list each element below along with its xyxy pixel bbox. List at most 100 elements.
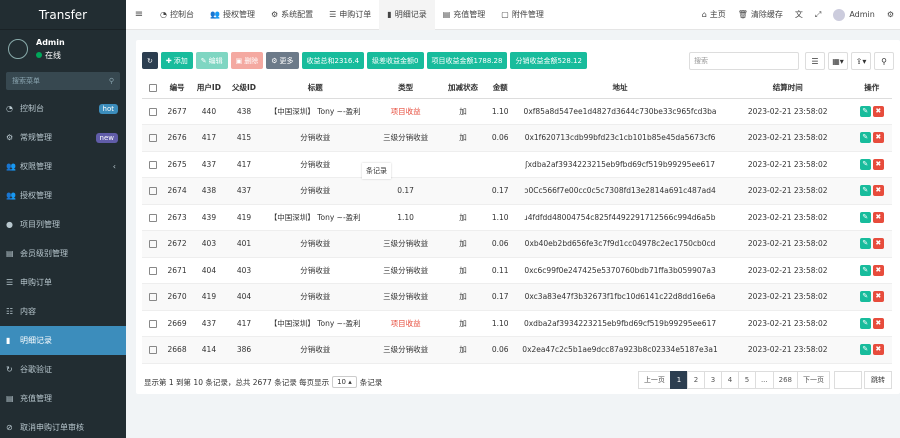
sidebar-search[interactable]: 搜索菜单 ⚲	[6, 72, 120, 90]
tab-0[interactable]: ◔ 控制台	[152, 0, 202, 30]
page-button[interactable]: 2	[686, 371, 705, 389]
tab-2[interactable]: ⚙ 系统配置	[263, 0, 321, 30]
row-checkbox[interactable]	[148, 240, 157, 249]
tab-1[interactable]: 👥 授权管理	[202, 0, 263, 30]
sidebar-item-4[interactable]: ● 项目列管理	[0, 210, 126, 239]
sidebar-item-2[interactable]: 👥 权限管理 ‹	[0, 152, 126, 181]
column-header[interactable]: 编号	[163, 78, 191, 99]
row-checkbox[interactable]	[148, 266, 157, 275]
stat-distribution-badge[interactable]: 分销收益金额528.12	[510, 52, 587, 69]
delete-trash-icon[interactable]: ✖	[872, 291, 884, 303]
delete-trash-icon[interactable]: ✖	[872, 132, 884, 144]
row-checkbox[interactable]	[148, 213, 157, 222]
edit-pencil-icon[interactable]: ✎	[859, 291, 871, 303]
table-row[interactable]: 2669 437 417 【中国深圳】 Tony ~-盈利 项目收益加 1.10 0xdba…	[142, 310, 892, 337]
lang-icon[interactable]: 文	[789, 9, 809, 20]
select-all-checkbox[interactable]	[148, 84, 157, 93]
sidebar-item-7[interactable]: ☷ 内容	[0, 297, 126, 326]
sidebar-item-10[interactable]: ▤ 充值管理	[0, 384, 126, 413]
fullscreen-icon[interactable]: ⤢	[809, 10, 827, 20]
table-row[interactable]: 2672 403 401 分销收益 三级分销收益加 0.06 0xb40eb2bd656fe…	[142, 230, 892, 258]
row-checkbox[interactable]	[148, 319, 157, 328]
stat-level-diff-badge[interactable]: 级差收益金额0	[367, 52, 424, 69]
column-header[interactable]: 父级ID	[227, 78, 262, 99]
delete-trash-icon[interactable]: ✖	[872, 158, 884, 170]
tab-5[interactable]: ▤ 充值管理	[435, 0, 494, 30]
stat-project-badge[interactable]: 项目收益金额1788.28	[426, 52, 508, 69]
jump-button[interactable]: 跳转	[864, 371, 892, 389]
tab-3[interactable]: ☰ 申购订单	[321, 0, 379, 30]
export-icon[interactable]: ⇪▾	[851, 52, 871, 70]
table-row[interactable]: 2674 438 437 分销收益 0.17 0.17 ɔ0Cc566f7e00cc0c5c…	[142, 177, 892, 205]
delete-trash-icon[interactable]: ✖	[872, 211, 884, 223]
row-checkbox[interactable]	[148, 160, 157, 169]
table-row[interactable]: 2673 439 419 【中国深圳】 Tony ~-盈利 1.10 加 1.10 ɹ4fdf…	[142, 204, 892, 231]
add-button[interactable]: ✚ 添加	[160, 52, 193, 69]
search-icon[interactable]: ⚲	[874, 52, 894, 70]
sidebar-item-5[interactable]: ▤ 会员级别管理	[0, 239, 126, 268]
row-checkbox[interactable]	[148, 107, 157, 116]
page-button[interactable]: 4	[720, 371, 739, 389]
row-checkbox[interactable]	[148, 187, 157, 196]
page-button[interactable]: 3	[703, 371, 722, 389]
next-page-button[interactable]: 下一页	[797, 371, 830, 389]
table-row[interactable]: 2668 414 386 分销收益 三级分销收益加 0.06 0x2ea47c2c5b1ae…	[142, 336, 892, 364]
page-button[interactable]: ...	[754, 371, 774, 389]
clear-cache-link[interactable]: 🗑 清除缓存	[732, 9, 789, 20]
edit-button[interactable]: ✎ 编辑	[195, 52, 228, 69]
sidebar-item-6[interactable]: ☰ 申购订单	[0, 268, 126, 297]
settings-gear-icon[interactable]: ⚙	[881, 10, 900, 19]
delete-trash-icon[interactable]: ✖	[872, 344, 884, 356]
toggle-view-icon[interactable]: ☰	[805, 52, 825, 70]
sidebar-item-3[interactable]: 👥 授权管理	[0, 181, 126, 210]
delete-trash-icon[interactable]: ✖	[872, 185, 884, 197]
row-checkbox[interactable]	[148, 293, 157, 302]
table-row[interactable]: 2677 440 438 【中国深圳】 Tony ~-盈利 项目收益加 1.10 0xf85…	[142, 98, 892, 125]
home-link[interactable]: ⌂ 主页	[696, 9, 732, 20]
delete-trash-icon[interactable]: ✖	[872, 238, 884, 250]
page-button[interactable]: 1	[669, 371, 688, 389]
sidebar-item-0[interactable]: ◔ 控制台 hot	[0, 94, 126, 123]
refresh-button[interactable]: ↻	[142, 52, 158, 69]
delete-button[interactable]: ▣ 删除	[230, 52, 264, 69]
page-button[interactable]: 5	[737, 371, 756, 389]
sidebar-item-1[interactable]: ⚙ 常规管理 new	[0, 123, 126, 152]
edit-pencil-icon[interactable]: ✎	[859, 132, 871, 144]
column-header[interactable]: 操作	[851, 78, 892, 99]
table-row[interactable]: 2676 417 415 分销收益 三级分销收益加 0.06 0x1f620713cdb99…	[142, 124, 892, 152]
sidebar-item-8[interactable]: ▮ 明细记录	[0, 326, 126, 355]
column-header[interactable]: 金额	[484, 78, 517, 99]
page-size-select[interactable]: 10 ▴	[332, 376, 357, 388]
admin-menu[interactable]: Admin	[827, 8, 881, 21]
column-header[interactable]: 结算时间	[723, 78, 852, 99]
delete-trash-icon[interactable]: ✖	[872, 317, 884, 329]
prev-page-button[interactable]: 上一页	[637, 371, 671, 389]
edit-pencil-icon[interactable]: ✎	[859, 105, 871, 117]
jump-page-input[interactable]	[834, 371, 862, 389]
columns-icon[interactable]: ▦▾	[828, 52, 848, 70]
table-row[interactable]: 2675 437 417 分销收益 ʃxdba2af3934223215eb9fbd69…	[142, 151, 892, 178]
table-search-input[interactable]: 搜索	[689, 52, 799, 70]
column-header[interactable]: 标题	[261, 78, 370, 99]
column-header[interactable]: 加减状态	[441, 78, 485, 99]
tab-4[interactable]: ▮ 明细记录	[379, 0, 435, 30]
table-row[interactable]: 2671 404 403 分销收益 三级分销收益加 0.11 0xc6c99f0e24742…	[142, 257, 892, 284]
edit-pencil-icon[interactable]: ✎	[859, 238, 871, 250]
sidebar-item-9[interactable]: ↻ 谷歌验证	[0, 355, 126, 384]
edit-pencil-icon[interactable]: ✎	[859, 211, 871, 223]
column-header[interactable]: 地址	[516, 78, 724, 99]
tab-6[interactable]: ▢ 附件管理	[493, 0, 552, 30]
row-checkbox[interactable]	[148, 346, 157, 355]
page-button[interactable]: 268	[772, 371, 798, 389]
edit-pencil-icon[interactable]: ✎	[859, 185, 871, 197]
sidebar-item-11[interactable]: ⊘ 取消申购订单审核	[0, 413, 126, 438]
edit-pencil-icon[interactable]: ✎	[859, 264, 871, 276]
more-button[interactable]: ⚙ 更多	[266, 52, 299, 69]
edit-pencil-icon[interactable]: ✎	[859, 317, 871, 329]
delete-trash-icon[interactable]: ✖	[872, 105, 884, 117]
search-icon[interactable]: ⚲	[109, 77, 114, 85]
row-checkbox[interactable]	[148, 134, 157, 143]
delete-trash-icon[interactable]: ✖	[872, 264, 884, 276]
column-header[interactable]: 用户ID	[190, 78, 228, 99]
edit-pencil-icon[interactable]: ✎	[859, 158, 871, 170]
